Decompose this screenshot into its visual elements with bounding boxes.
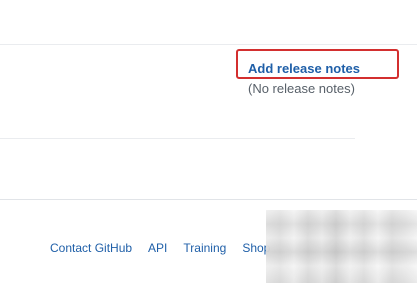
footer-link-training[interactable]: Training <box>183 241 226 255</box>
footer-nav: Contact GitHub API Training Shop <box>50 241 270 255</box>
divider <box>0 44 417 45</box>
divider <box>0 138 355 139</box>
no-release-notes-text: (No release notes) <box>248 81 355 96</box>
footer-divider <box>0 199 417 200</box>
footer-link-api[interactable]: API <box>148 241 167 255</box>
add-release-notes-link[interactable]: Add release notes <box>248 61 360 76</box>
footer-link-contact-github[interactable]: Contact GitHub <box>50 241 132 255</box>
page: Add release notes (No release notes) Con… <box>0 0 417 283</box>
pixelated-overlay <box>266 210 417 283</box>
